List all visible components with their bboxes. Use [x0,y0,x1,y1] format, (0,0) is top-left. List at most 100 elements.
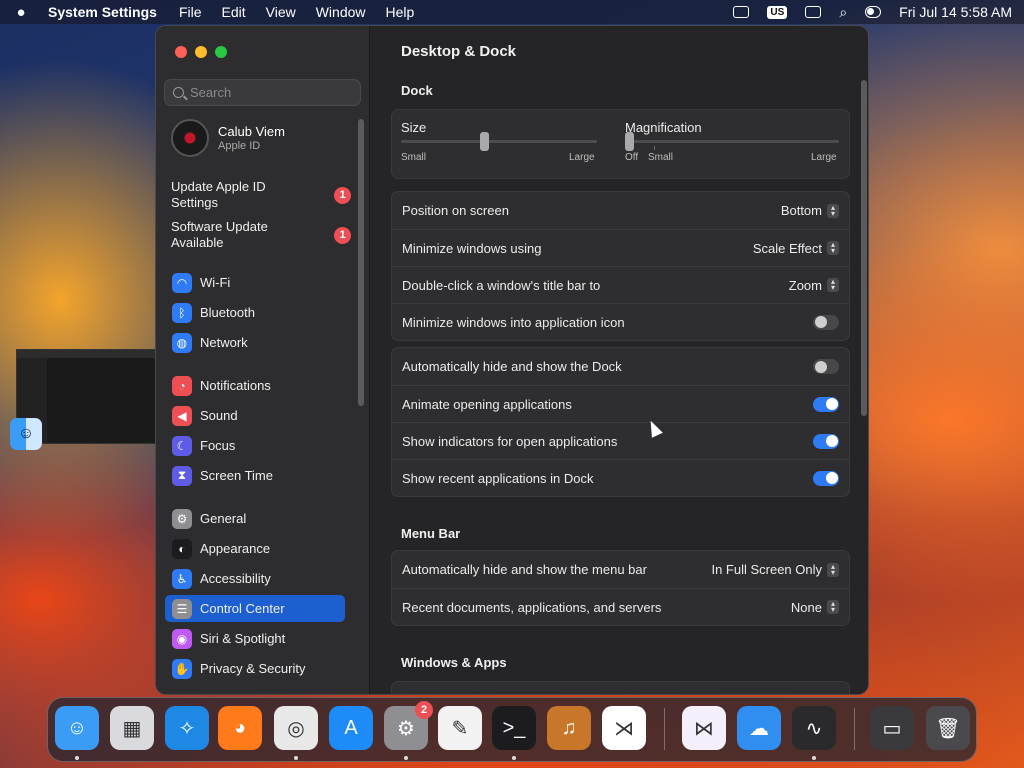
sidebar-item-accessibility[interactable]: ♿ Accessibility [165,565,345,592]
finder-icon[interactable]: ☺ [55,706,99,750]
setting-toggle[interactable] [813,359,839,374]
setting-label: Minimize windows into application icon [402,314,625,330]
terminal-icon[interactable]: >_ [492,706,536,750]
setting-row: Minimize windows into application icon [392,303,849,340]
apple-id-profile[interactable]: Calub Viem Apple ID [171,119,285,157]
sidebar-item-network[interactable]: ◍ Network [165,329,345,356]
setting-row: Show indicators for open applications [392,422,849,459]
dock-sliders-group: Size Small Large Magnification Off Small… [391,109,850,179]
notice-label: Update Apple ID Settings [171,179,266,210]
sidebar-item-screen-time[interactable]: ⧗ Screen Time [165,462,345,489]
trash-icon[interactable]: 🗑 [926,706,970,750]
control-center-menubar-icon[interactable] [865,6,882,18]
windows-apps-group [391,681,850,694]
size-slider-thumb[interactable] [479,132,489,151]
close-window-button[interactable] [175,46,187,58]
apple-menu-icon[interactable]: ● [12,4,30,21]
notice-software-update[interactable]: Software Update Available 1 [171,219,351,251]
chevron-up-down-icon: ▴ ▾ [827,562,839,577]
stage-manager-icon[interactable] [733,6,750,18]
sidebar-item-label: General [200,511,247,526]
settings-content: Desktop & Dock Dock Size Small Large Mag… [370,26,868,694]
textedit-icon[interactable]: ✎ [438,706,482,750]
sidebar-item-label: Siri & Spotlight [200,631,286,646]
garageband-icon[interactable]: ♫ [547,706,591,750]
section-title-windows-apps: Windows & Apps [401,655,507,670]
sidebar-item-sound[interactable]: ◀ Sound [165,402,345,429]
content-scrollbar[interactable] [861,80,867,416]
sidebar-item-control-center[interactable]: ☰ Control Center [165,595,345,622]
sidebar-item-general[interactable]: ⚙ General [165,505,345,532]
dock-separator [854,708,855,750]
menu-file[interactable]: File [179,4,202,20]
size-slider-track[interactable] [401,140,597,143]
search-field[interactable] [164,79,361,106]
notice-update-apple-id[interactable]: Update Apple ID Settings 1 [171,179,351,211]
zoom-window-button[interactable] [215,46,227,58]
setting-row: Minimize windows using Scale Effect ▴ ▾ [392,229,849,266]
vscode-icon[interactable]: ⋊ [602,706,646,750]
setting-popup-button[interactable]: In Full Screen Only ▴ ▾ [711,562,839,577]
magnification-slider-thumb[interactable] [625,132,634,151]
sidebar-item-privacy-security[interactable]: ✋ Privacy & Security [165,655,345,682]
running-indicator [404,756,408,760]
setting-label: Recent documents, applications, and serv… [402,599,662,615]
app-store-icon[interactable]: A [329,706,373,750]
popup-value: Zoom [788,277,822,293]
setting-popup-button[interactable]: None ▴ ▾ [791,600,839,615]
setting-toggle[interactable] [813,433,839,449]
profile-subtitle: Apple ID [218,140,261,152]
launchpad-icon[interactable]: ▦ [110,706,154,750]
setting-toggle[interactable] [813,470,839,486]
dock-separator [664,708,665,750]
chrome-icon[interactable]: ◎ [274,706,318,750]
window-thumbnail-icon[interactable]: ▭ [870,706,914,750]
menu-window[interactable]: Window [316,4,366,20]
menu-help[interactable]: Help [386,4,415,20]
safari-icon[interactable]: ✧ [165,706,209,750]
minimize-window-button[interactable] [195,46,207,58]
screen-mirroring-icon[interactable] [805,6,822,18]
sidebar-item-notifications[interactable]: ◔ Notifications [165,372,345,399]
firefox-icon[interactable]: ◕ [218,706,262,750]
search-input[interactable] [190,85,350,100]
setting-row: Double-click a window's title bar to Zoom… [392,266,849,303]
hourglass-icon: ⧗ [172,465,192,486]
popup-value: None [790,599,822,615]
magnification-slider-track[interactable] [625,140,839,143]
sidebar-item-appearance[interactable]: ◐ Appearance [165,535,345,562]
weather-icon[interactable]: ☁ [737,706,781,750]
popup-value: Bottom [780,203,822,218]
sidebar-item-siri-spotlight[interactable]: ◉ Siri & Spotlight [165,625,345,652]
menu-view[interactable]: View [266,4,296,20]
sidebar-item-bluetooth[interactable]: ᛒ Bluetooth [165,299,345,326]
avatar [171,119,209,157]
visual-studio-icon[interactable]: ⋈ [682,706,726,750]
setting-label: Automatically hide and show the menu bar [402,562,647,577]
sidebar-scrollbar[interactable] [358,119,364,406]
dock-options-group-2: Automatically hide and show the Dock Anim… [391,347,850,497]
input-source-badge[interactable]: US [767,5,788,19]
sidebar-item-label: Notifications [200,378,271,393]
finder-desktop-icon[interactable]: ☺ [10,418,42,450]
page-title: Desktop & Dock [401,43,517,60]
menu-app-name[interactable]: System Settings [48,4,157,20]
setting-popup-button[interactable]: Bottom ▴ ▾ [781,203,839,218]
sidebar-item-label: Privacy & Security [200,661,306,676]
setting-toggle[interactable] [813,396,839,412]
chevron-up-down-icon: ▴ ▾ [827,203,839,218]
running-indicator [512,756,516,760]
spotlight-icon[interactable]: ⌕ [839,4,847,21]
setting-popup-button[interactable]: Zoom ▴ ▾ [789,278,839,293]
notice-badge: 1 [334,226,351,244]
menu-bar: ● System Settings File Edit View Window … [0,0,1024,24]
menu-edit[interactable]: Edit [222,4,246,20]
section-title-menu-bar: Menu Bar [401,526,461,541]
menubar-clock[interactable]: Fri Jul 14 5:58 AM [899,4,1012,20]
setting-toggle[interactable] [813,314,839,330]
sidebar-item-focus[interactable]: ☾ Focus [165,432,345,459]
setting-popup-button[interactable]: Scale Effect ▴ ▾ [753,241,839,256]
running-indicator [812,756,816,760]
activity-monitor-icon[interactable]: ∿ [792,706,836,750]
sidebar-item-wi-fi[interactable]: ◠ Wi-Fi [165,269,345,296]
